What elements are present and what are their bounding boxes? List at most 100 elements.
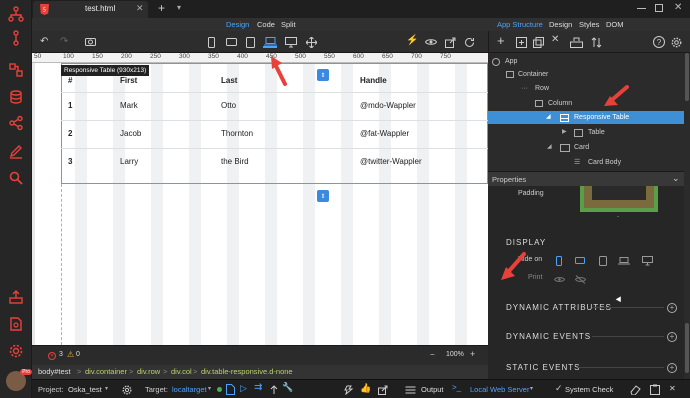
dynamic-events-section[interactable]: DYNAMIC EVENTS	[506, 332, 591, 341]
reorder-icon[interactable]	[590, 36, 602, 48]
close-icon[interactable]: ✕	[136, 3, 144, 14]
app-structure-tab[interactable]: App Structure	[497, 18, 543, 31]
caret-right-icon[interactable]: ▶	[562, 126, 567, 139]
print-hide-eye-icon[interactable]	[574, 274, 586, 284]
wrench-icon[interactable]: 🔧	[282, 382, 293, 393]
edit-icon[interactable]	[6, 141, 26, 161]
window-close-icon[interactable]: ✕	[674, 2, 682, 13]
hide-phone-toggle[interactable]	[554, 255, 564, 266]
padding-bottom-value[interactable]: -	[617, 214, 619, 220]
camera-icon[interactable]	[84, 36, 96, 47]
chevron-down-icon[interactable]: ⌄	[672, 173, 680, 184]
gear-icon[interactable]	[121, 384, 132, 395]
hide-laptop-toggle[interactable]	[618, 255, 630, 266]
tree-node-container[interactable]: Container	[492, 68, 682, 81]
undo-icon[interactable]: ↶	[40, 36, 48, 47]
wrap-icon[interactable]	[569, 36, 583, 48]
design-canvas[interactable]: # First Last Handle 1 Mark Otto @mdo-Wap…	[35, 63, 488, 345]
desktop-icon[interactable]	[284, 36, 297, 48]
chevron-down-icon[interactable]: ▾	[530, 385, 533, 392]
web-server-button[interactable]: Local Web Server	[470, 385, 529, 394]
maximize-icon[interactable]	[655, 4, 663, 12]
terminal-icon[interactable]: >_	[452, 383, 461, 392]
breadcrumb-item[interactable]: body#test	[38, 367, 71, 376]
flow-icon[interactable]	[6, 28, 26, 48]
tree-node-card-body[interactable]: ☰ Card Body	[492, 156, 682, 169]
eye-icon[interactable]	[424, 36, 437, 48]
app-connect-icon[interactable]	[6, 60, 26, 80]
target-name[interactable]: localtarget	[172, 385, 207, 394]
breadcrumb-item[interactable]: div.row	[137, 367, 160, 376]
document-icon[interactable]	[225, 384, 236, 395]
check-icon[interactable]: ✓	[555, 383, 563, 394]
eraser-icon[interactable]	[629, 384, 641, 395]
add-inside-icon[interactable]	[515, 36, 527, 48]
minimize-icon[interactable]	[637, 8, 646, 9]
phone-landscape-icon[interactable]	[225, 36, 237, 48]
tree-node-column[interactable]: Column	[492, 97, 682, 110]
file-manager-icon[interactable]	[6, 314, 26, 334]
output-button[interactable]: Output	[421, 385, 444, 394]
tab-test-html[interactable]: 5 test.html ✕	[33, 1, 148, 18]
design-panel-tab[interactable]: Design	[549, 18, 572, 31]
add-dynamic-attribute-button[interactable]: +	[667, 303, 677, 313]
scrollbar-thumb-top[interactable]	[685, 53, 689, 101]
right-scrollbar[interactable]	[684, 53, 690, 379]
caret-down-icon[interactable]: ◢	[547, 141, 552, 154]
move-handle-bottom[interactable]: ⇕	[317, 190, 329, 202]
delete-icon[interactable]: ✕	[551, 34, 559, 45]
warning-icon[interactable]: ⚠	[67, 350, 74, 359]
search-icon[interactable]	[6, 168, 26, 188]
static-events-section[interactable]: STATIC EVENTS	[506, 363, 581, 372]
move-icon[interactable]	[305, 36, 317, 48]
new-tab-icon[interactable]: +	[158, 1, 165, 15]
project-name[interactable]: Oska_test	[68, 385, 102, 394]
zoom-out-button[interactable]: −	[430, 350, 435, 359]
chevron-down-icon[interactable]: ▾	[208, 385, 211, 392]
styles-panel-tab[interactable]: Styles	[579, 18, 599, 31]
dom-panel-tab[interactable]: DOM	[606, 18, 624, 31]
tree-node-row[interactable]: ··· Row	[492, 82, 682, 95]
settings-icon[interactable]	[6, 341, 26, 361]
laptop-icon[interactable]	[263, 36, 277, 48]
breadcrumb-item[interactable]: div.table-responsive.d-none	[201, 367, 293, 376]
tree-node-table[interactable]: ▶ Table	[492, 126, 682, 139]
clipboard-icon[interactable]	[649, 384, 661, 395]
tree-node-card[interactable]: ◢ Card	[492, 141, 682, 154]
refresh-icon[interactable]	[463, 36, 475, 48]
share-icon[interactable]	[6, 113, 26, 133]
zoom-level[interactable]: 100%	[446, 351, 464, 358]
export-icon[interactable]	[377, 384, 388, 395]
sitemap-icon[interactable]	[6, 4, 26, 24]
move-handle-top[interactable]: ⇕	[317, 69, 329, 81]
split-view-tab[interactable]: Split	[281, 18, 296, 31]
tree-node-app[interactable]: App	[492, 55, 682, 68]
output-icon[interactable]	[404, 384, 416, 395]
share-out-icon[interactable]	[444, 36, 456, 48]
error-icon[interactable]: ✕	[48, 352, 56, 360]
breadcrumb-item[interactable]: div.container	[85, 367, 127, 376]
hide-phone-landscape-toggle[interactable]	[574, 255, 586, 266]
system-check-button[interactable]: System Check	[565, 385, 613, 394]
tablet-icon[interactable]	[245, 36, 255, 48]
close-icon[interactable]: ✕	[669, 384, 676, 393]
hide-tablet-toggle[interactable]	[598, 255, 608, 266]
scrollbar-thumb-bottom[interactable]	[685, 323, 689, 373]
phone-icon[interactable]	[206, 36, 216, 48]
properties-header[interactable]: Properties ⌄	[488, 171, 690, 186]
zoom-in-button[interactable]: +	[470, 349, 475, 359]
add-icon[interactable]: +	[497, 33, 505, 48]
add-dynamic-event-button[interactable]: +	[667, 332, 677, 342]
gear-icon[interactable]	[670, 36, 682, 48]
thumbs-up-icon[interactable]: 👍	[360, 383, 371, 394]
avatar[interactable]: Pro	[6, 369, 32, 391]
lightning-icon[interactable]: ⚡	[406, 35, 418, 46]
deploy-icon[interactable]: ⇉	[254, 382, 262, 393]
tree-node-responsive-table[interactable]: ◢ Responsive Table	[488, 111, 684, 124]
code-view-tab[interactable]: Code	[257, 18, 275, 31]
breadcrumb-item[interactable]: div.col	[171, 367, 192, 376]
play-icon[interactable]: ▷	[240, 383, 247, 394]
database-icon[interactable]	[6, 87, 26, 107]
chevron-down-icon[interactable]: ▾	[177, 3, 181, 12]
chevron-down-icon[interactable]: ▾	[105, 385, 108, 392]
